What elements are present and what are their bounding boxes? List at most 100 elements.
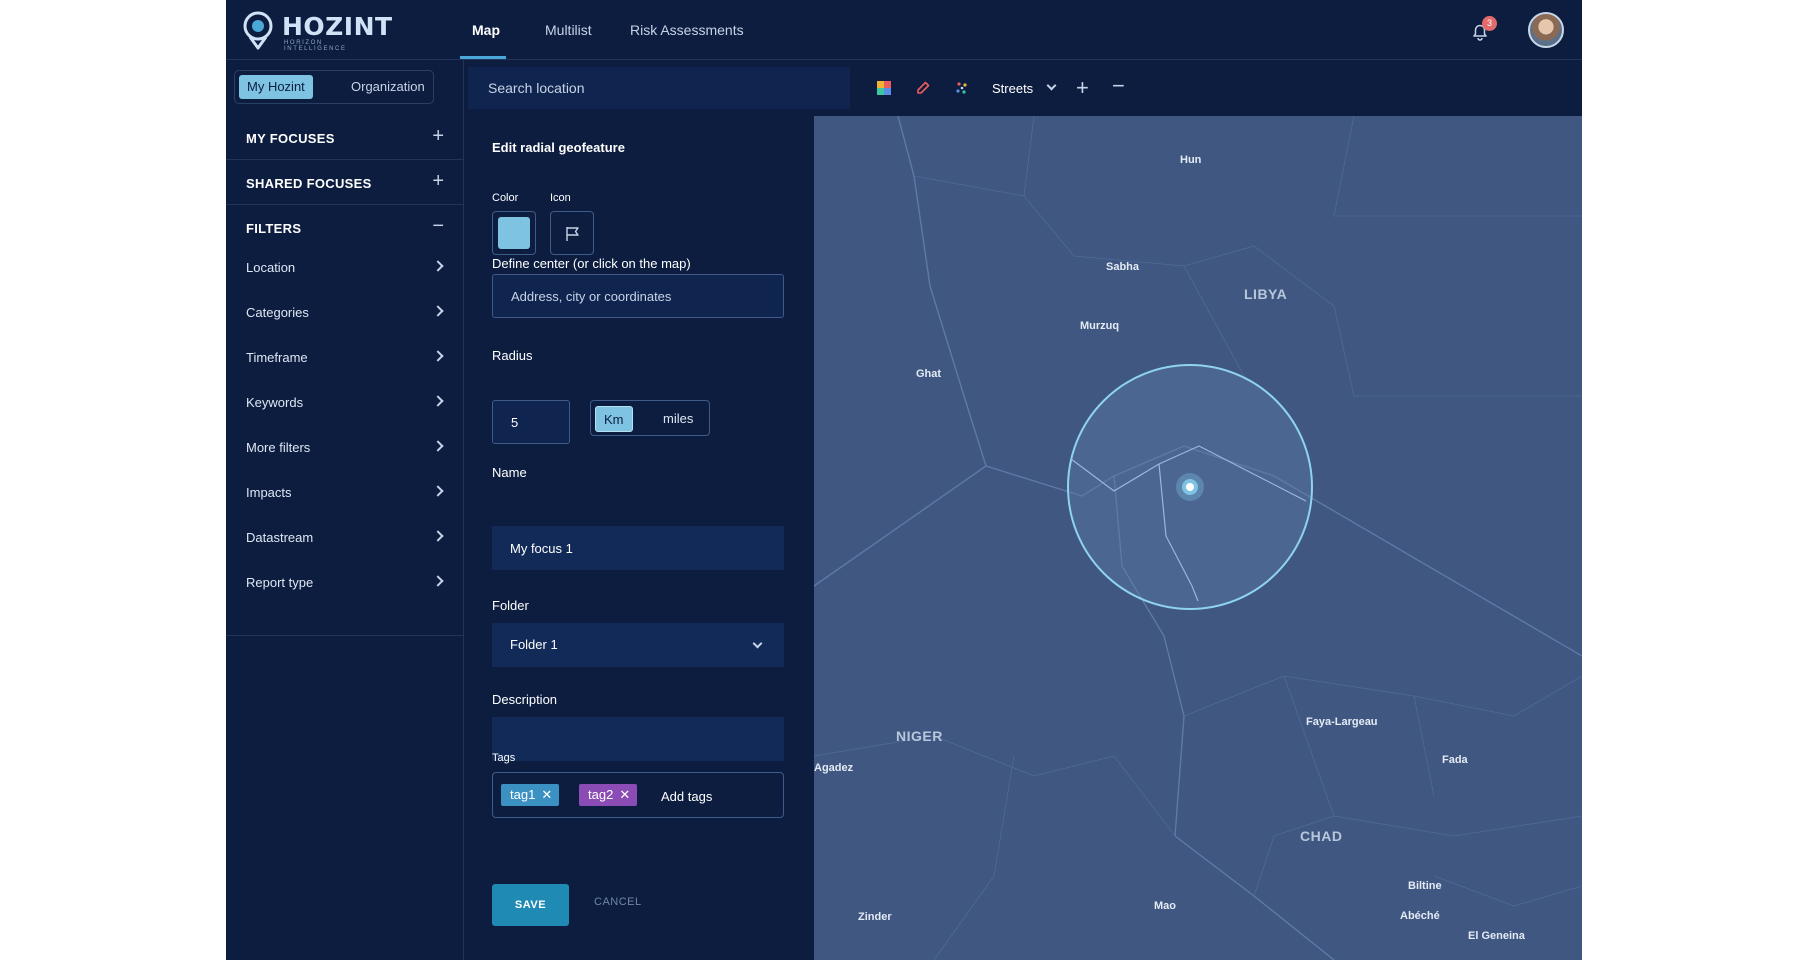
unit-km-button[interactable]: Km <box>595 406 633 432</box>
section-shared-focuses[interactable]: SHARED FOCUSES + <box>226 161 464 205</box>
filter-location[interactable]: Location <box>226 253 464 283</box>
notification-badge: 3 <box>1482 16 1497 31</box>
cluster-dots-icon[interactable] <box>954 80 970 96</box>
filter-report-type[interactable]: Report type <box>226 568 464 598</box>
map-place-label: Mao <box>1154 900 1176 912</box>
icon-label: Icon <box>550 192 571 204</box>
scope-toggle: My Hozint Organization <box>234 70 434 104</box>
tag-chip: tag2 ✕ <box>579 784 638 806</box>
chevron-right-icon <box>432 395 444 407</box>
active-tab-indicator <box>460 56 506 59</box>
chevron-down-icon[interactable] <box>1046 80 1057 91</box>
map-country-label: LIBYA <box>1244 286 1288 302</box>
section-label: SHARED FOCUSES <box>246 176 372 191</box>
map-place-label: El Geneina <box>1468 930 1525 942</box>
cancel-button[interactable]: CANCEL <box>594 896 642 908</box>
filter-label: Timeframe <box>246 350 308 365</box>
section-my-focuses[interactable]: MY FOCUSES + <box>226 116 464 160</box>
filter-label: More filters <box>246 440 311 455</box>
brand-logo[interactable]: HOZINT HORIZON INTELLIGENCE <box>242 10 392 52</box>
add-icon[interactable]: + <box>432 126 444 146</box>
chevron-right-icon <box>432 440 444 452</box>
section-filters[interactable]: FILTERS − <box>226 206 464 250</box>
map-toolbar: Streets + − <box>464 60 1582 116</box>
map-place-label: Faya-Largeau <box>1306 716 1378 728</box>
name-input[interactable] <box>492 526 784 570</box>
unit-miles-button[interactable]: miles <box>655 406 701 432</box>
tag-chip: tag1 ✕ <box>501 784 560 806</box>
filter-timeframe[interactable]: Timeframe <box>226 343 464 373</box>
panel-title: Edit radial geofeature <box>492 140 625 155</box>
section-label: FILTERS <box>246 221 302 236</box>
folder-label: Folder <box>492 598 529 613</box>
filter-label: Categories <box>246 305 309 320</box>
map-place-label: Sabha <box>1106 261 1140 273</box>
map-country-label: CHAD <box>1300 828 1343 844</box>
map-style-select[interactable]: Streets <box>992 81 1033 96</box>
map-place-label: Biltine <box>1408 880 1442 892</box>
tags-field[interactable]: tag1 ✕ tag2 ✕ <box>492 772 784 818</box>
filter-impacts[interactable]: Impacts <box>226 478 464 508</box>
draw-pencil-icon[interactable] <box>915 80 931 96</box>
user-avatar[interactable] <box>1528 12 1564 48</box>
collapse-icon[interactable]: − <box>432 216 444 236</box>
filter-more-filters[interactable]: More filters <box>226 433 464 463</box>
filter-label: Keywords <box>246 395 304 410</box>
app-window: HOZINT HORIZON INTELLIGENCE Map Multilis… <box>226 0 1582 960</box>
tab-risk-assessments[interactable]: Risk Assessments <box>630 22 744 38</box>
chevron-right-icon <box>432 530 444 542</box>
tab-map[interactable]: Map <box>472 22 500 38</box>
add-icon[interactable]: + <box>432 171 444 191</box>
map-place-label: Abéché <box>1400 910 1440 922</box>
add-tags-input[interactable] <box>661 785 771 807</box>
folder-select[interactable]: Folder 1 <box>492 623 784 667</box>
filter-keywords[interactable]: Keywords <box>226 388 464 418</box>
search-location-input[interactable] <box>468 67 850 109</box>
chevron-right-icon <box>432 350 444 362</box>
chevron-right-icon <box>432 575 444 587</box>
chevron-right-icon <box>432 485 444 497</box>
zoom-in-icon[interactable]: + <box>1076 75 1089 101</box>
filter-label: Datastream <box>246 530 314 545</box>
selected-color-swatch <box>498 217 530 249</box>
description-label: Description <box>492 692 558 707</box>
remove-tag-icon[interactable]: ✕ <box>541 784 552 806</box>
color-label: Color <box>492 192 519 204</box>
filter-categories[interactable]: Categories <box>226 298 464 328</box>
edit-geofeature-panel: Edit radial geofeature Color Icon Define… <box>464 116 814 960</box>
filter-label: Location <box>246 260 296 275</box>
brand-name: HOZINT <box>282 12 393 41</box>
sidebar-divider <box>226 635 464 636</box>
sidebar: My Hozint Organization MY FOCUSES + SHAR… <box>226 60 464 960</box>
layers-color-icon[interactable] <box>876 80 892 96</box>
scope-my-hozint-button[interactable]: My Hozint <box>239 75 313 99</box>
save-button[interactable]: SAVE <box>492 884 569 926</box>
radius-circle[interactable] <box>814 116 1582 960</box>
center-address-input[interactable] <box>492 274 784 318</box>
color-picker[interactable] <box>492 211 536 255</box>
center-label: Define center (or click on the map) <box>492 256 691 271</box>
zoom-out-icon[interactable]: − <box>1112 73 1125 99</box>
filter-datastream[interactable]: Datastream <box>226 523 464 553</box>
tag-text: tag2 <box>588 787 614 802</box>
tab-multilist[interactable]: Multilist <box>545 22 592 38</box>
remove-tag-icon[interactable]: ✕ <box>619 784 630 806</box>
radius-input[interactable] <box>492 400 570 444</box>
map-place-label: Hun <box>1180 154 1202 166</box>
tags-label: Tags <box>492 752 516 764</box>
map-place-label: Fada <box>1442 754 1468 766</box>
description-input[interactable] <box>492 717 784 761</box>
icon-picker[interactable] <box>550 211 594 255</box>
map-country-label: NIGER <box>896 728 943 744</box>
tag-text: tag1 <box>510 787 536 802</box>
map-view[interactable]: Hun Sabha Murzuq Ghat Agadez Faya-Largea… <box>814 116 1582 960</box>
map-place-label: Ghat <box>916 368 942 380</box>
brand-tagline: HORIZON INTELLIGENCE <box>284 40 347 52</box>
flag-icon <box>566 227 579 241</box>
top-navigation: HOZINT HORIZON INTELLIGENCE Map Multilis… <box>226 0 1582 60</box>
scope-organization-button[interactable]: Organization <box>343 75 433 99</box>
map-place-label: Agadez <box>814 762 854 774</box>
center-marker-icon[interactable] <box>1174 471 1206 503</box>
radius-unit-toggle: Km miles <box>590 400 710 436</box>
section-label: MY FOCUSES <box>246 131 335 146</box>
